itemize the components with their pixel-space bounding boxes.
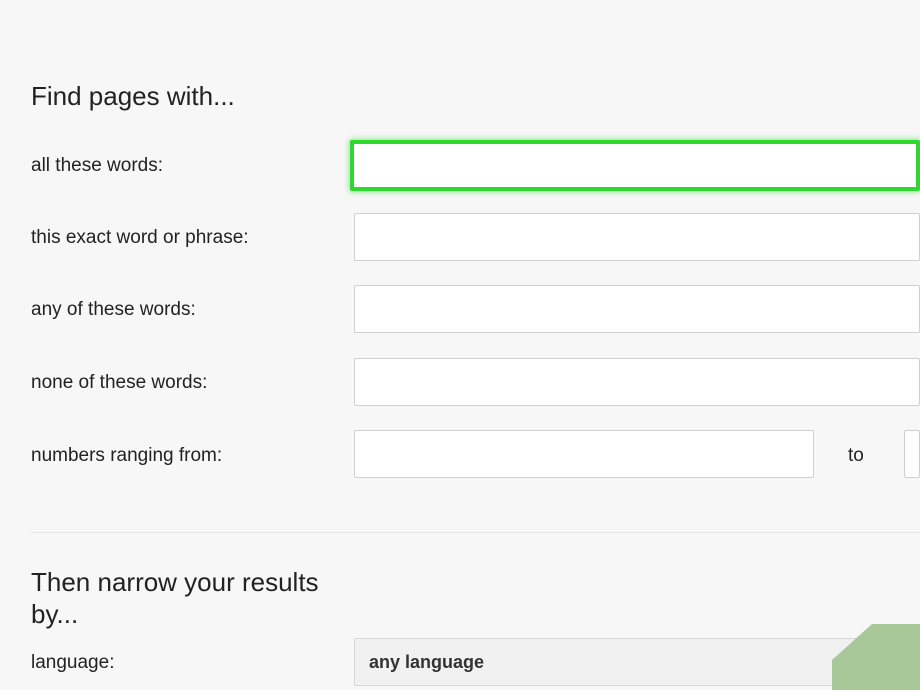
language-label: language: <box>31 652 115 673</box>
range-to-label: to <box>848 445 864 466</box>
none-words-label: none of these words: <box>31 372 208 393</box>
any-words-label: any of these words: <box>31 299 196 320</box>
number-range-label: numbers ranging from: <box>31 445 223 466</box>
advanced-search-page: Find pages with... all these words: this… <box>0 0 920 690</box>
exact-phrase-input[interactable] <box>354 213 920 261</box>
section-divider <box>31 532 920 533</box>
range-to-input[interactable] <box>904 430 920 478</box>
all-words-label: all these words: <box>31 155 164 176</box>
none-words-input[interactable] <box>354 358 920 406</box>
exact-phrase-label: this exact word or phrase: <box>31 227 249 248</box>
any-words-input[interactable] <box>354 285 920 333</box>
corner-decoration <box>832 624 920 690</box>
find-pages-heading: Find pages with... <box>31 81 235 111</box>
range-from-input[interactable] <box>354 430 814 478</box>
language-selected-value: any language <box>369 652 485 672</box>
narrow-results-heading-line1: Then narrow your results <box>31 567 319 597</box>
narrow-results-heading-line2: by... <box>31 599 79 629</box>
all-words-input[interactable] <box>350 140 920 191</box>
